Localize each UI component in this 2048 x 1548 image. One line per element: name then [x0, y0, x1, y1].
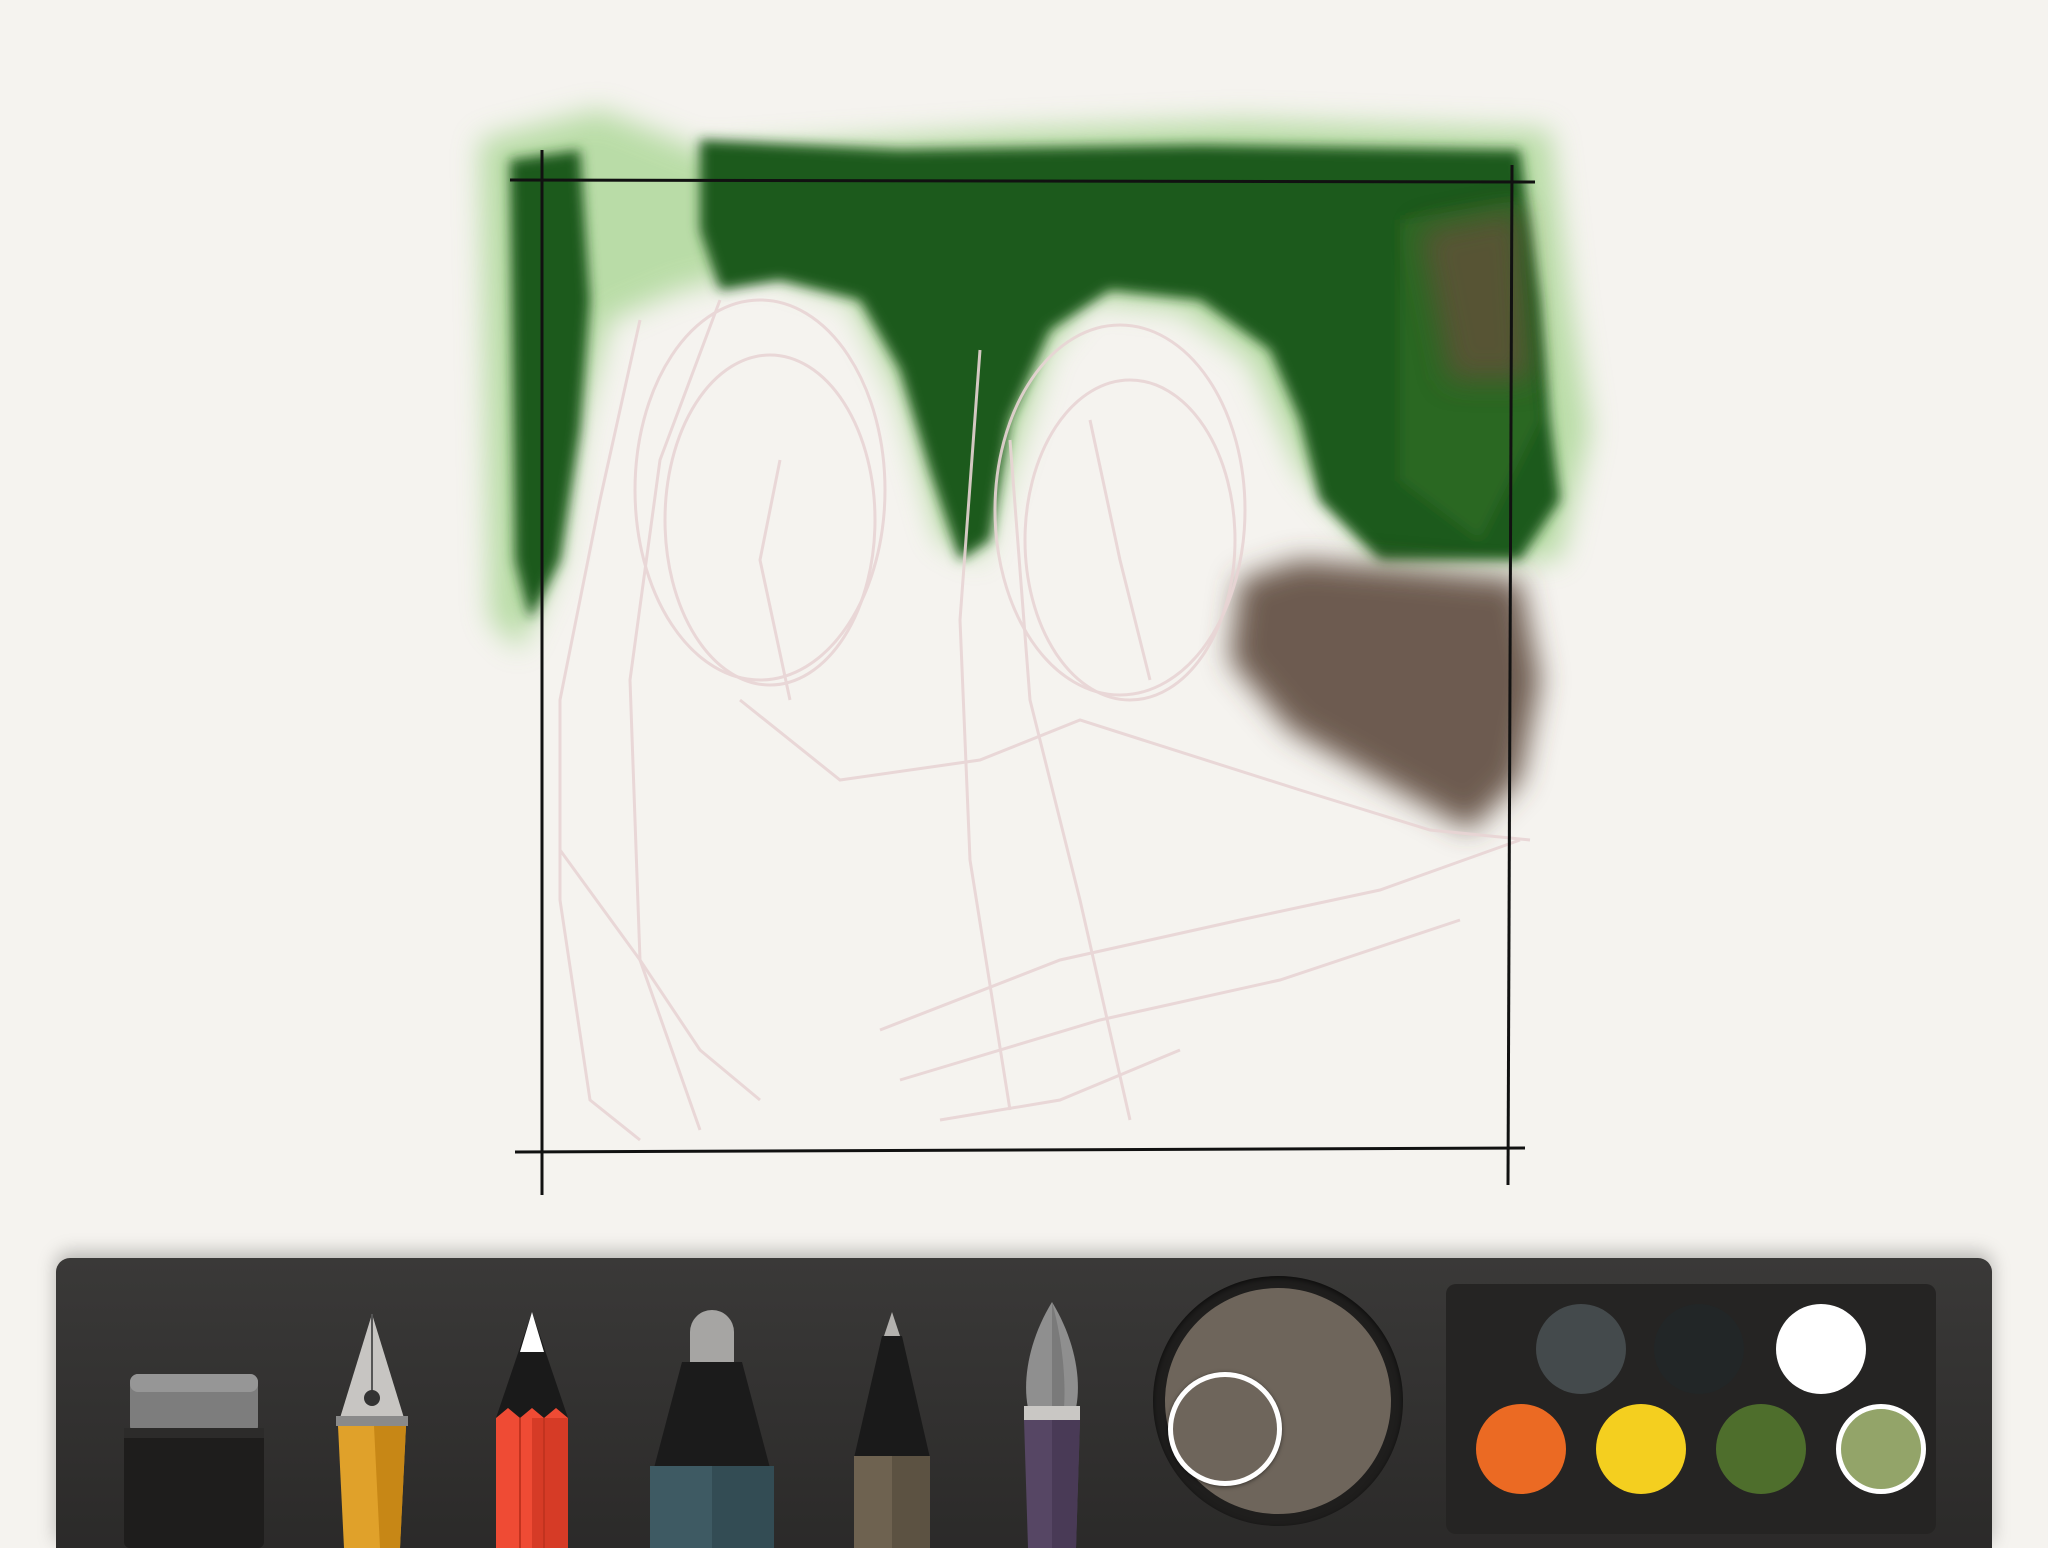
color-swatch-yellow[interactable] [1596, 1404, 1686, 1494]
marker-icon [650, 1310, 774, 1548]
pencil-icon [496, 1312, 568, 1548]
color-swatch-charcoal[interactable] [1654, 1304, 1744, 1394]
color-swatch-white[interactable] [1776, 1304, 1866, 1394]
watercolor-brush-tool[interactable] [1016, 1298, 1088, 1548]
toolbar [56, 1258, 1992, 1548]
eraser-tool[interactable] [124, 1358, 264, 1548]
color-palette [1446, 1284, 1936, 1534]
color-swatch-slate-gray[interactable] [1536, 1304, 1626, 1394]
color-picker-button[interactable] [1153, 1276, 1403, 1526]
current-color-indicator [1168, 1372, 1282, 1486]
color-swatch-sage-green[interactable] [1836, 1404, 1926, 1494]
fountain-pen-icon [336, 1314, 408, 1548]
eraser-icon [124, 1374, 264, 1548]
color-swatch-orange[interactable] [1476, 1404, 1566, 1494]
brush-icon [1024, 1302, 1080, 1548]
fountain-pen-tool[interactable] [334, 1308, 410, 1548]
pencil-tool[interactable] [492, 1308, 572, 1548]
ballpoint-pen-tool[interactable] [850, 1308, 934, 1548]
ballpoint-pen-icon [854, 1312, 930, 1548]
marker-tool[interactable] [646, 1308, 778, 1548]
color-swatch-leaf-green[interactable] [1716, 1404, 1806, 1494]
